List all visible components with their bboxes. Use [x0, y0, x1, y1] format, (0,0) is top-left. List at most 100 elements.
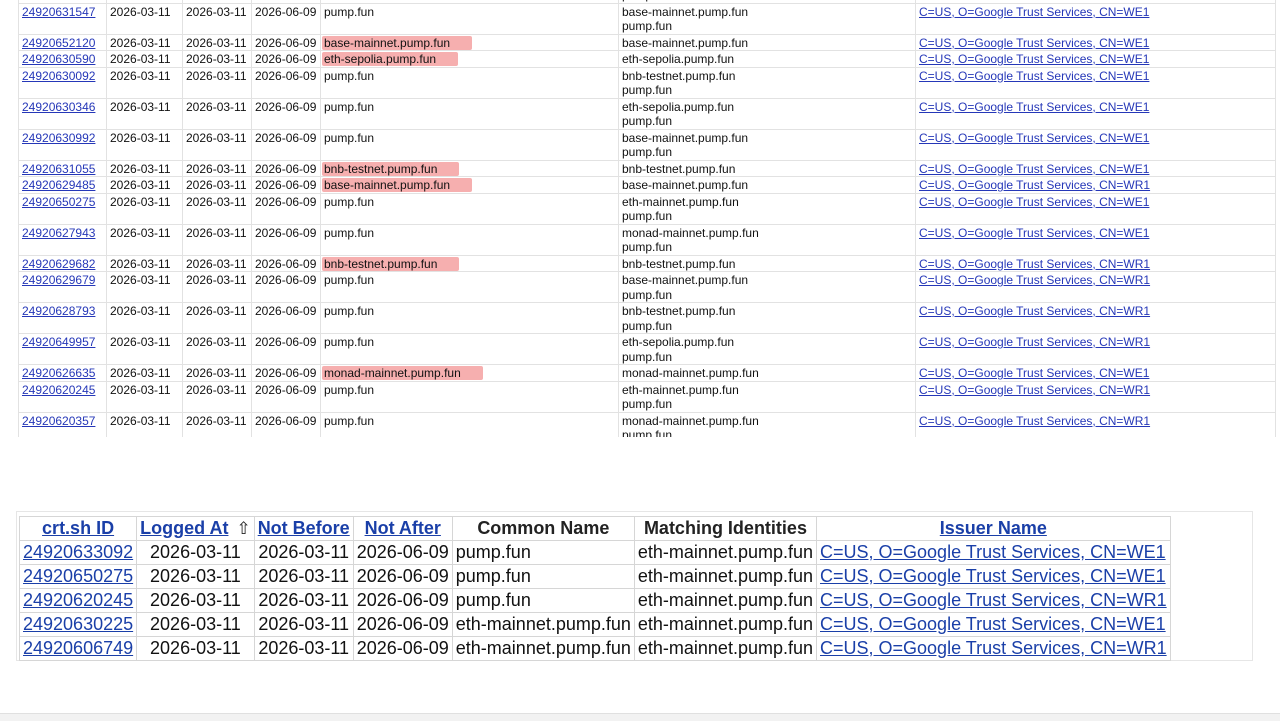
common-name-cell: pump.fun	[451, 588, 635, 613]
crtsh-id-cell: 24920630346	[18, 97, 107, 130]
issuer-cell: C=US, O=Google Trust Services, CN=WE1	[915, 159, 1276, 177]
crtsh-id-link[interactable]: 24920650275	[23, 566, 133, 586]
issuer-link[interactable]: C=US, O=Google Trust Services, CN=WR1	[919, 414, 1150, 428]
matching-identities-cell: bnb-testnet.pump.fun	[618, 254, 916, 272]
before-date-cell: 2026-03-11	[182, 50, 252, 68]
issuer-link[interactable]: C=US, O=Google Trust Services, CN=WE1	[919, 195, 1149, 209]
crtsh-id-cell: 24920620245	[18, 380, 107, 413]
crtsh-id-link[interactable]: 24920626635	[22, 366, 95, 380]
after-date-cell: 2026-06-09	[251, 50, 321, 68]
issuer-link[interactable]: C=US, O=Google Trust Services, CN=WE1	[820, 614, 1166, 634]
issuer-link[interactable]: C=US, O=Google Trust Services, CN=WE1	[919, 131, 1149, 145]
logged-date-cell: 2026-03-11	[106, 333, 183, 365]
crtsh-id-link[interactable]: 24920606749	[23, 638, 133, 658]
common-name-cell: eth-mainnet.pump.fun	[451, 612, 635, 637]
crtsh-id-cell: 24920631055	[18, 159, 107, 177]
sort-by-not-after-link[interactable]: Not After	[365, 518, 441, 538]
issuer-link[interactable]: C=US, O=Google Trust Services, CN=WE1	[919, 162, 1149, 176]
sort-by-logged-at-link[interactable]: Logged At	[140, 518, 228, 538]
after-date-cell: 2026-06-09	[251, 380, 321, 413]
crtsh-id-link[interactable]: 24920649957	[22, 335, 95, 349]
crtsh-id-link[interactable]: 24920620357	[22, 414, 95, 428]
issuer-link[interactable]: C=US, O=Google Trust Services, CN=WR1	[919, 304, 1150, 318]
crtsh-id-link[interactable]: 24920633092	[23, 542, 133, 562]
issuer-link[interactable]: C=US, O=Google Trust Services, CN=WE1	[919, 226, 1149, 240]
matching-identities-cell: eth-sepolia.pump.fun	[618, 50, 916, 68]
sort-by-id-link[interactable]: crt.sh ID	[42, 518, 114, 538]
issuer-cell: C=US, O=Google Trust Services, CN=WR1	[915, 254, 1276, 272]
issuer-link[interactable]: C=US, O=Google Trust Services, CN=WE1	[919, 100, 1149, 114]
common-name-text: pump.fun	[324, 68, 375, 83]
table-row: 24920620245 2026-03-11 2026-03-11 2026-06-0…	[18, 588, 1171, 613]
sort-by-not-before-link[interactable]: Not Before	[258, 518, 350, 538]
crtsh-id-cell: 24920630092	[18, 66, 107, 99]
header-logged-at[interactable]: Logged At ⇧	[136, 516, 255, 541]
issuer-cell: C=US, O=Google Trust Services, CN=WR1	[915, 302, 1276, 334]
crtsh-id-link[interactable]: 24920629485	[22, 178, 95, 192]
crtsh-id-link[interactable]: 24920628793	[22, 304, 95, 318]
common-name-cell: bnb-testnet.pump.fun	[320, 159, 619, 177]
crtsh-id-link[interactable]: 24920650275	[22, 195, 95, 209]
sort-by-issuer-link[interactable]: Issuer Name	[940, 518, 1047, 538]
issuer-link[interactable]: C=US, O=Google Trust Services, CN=WE1	[919, 366, 1149, 380]
table-row: 24920650275 2026-03-11 2026-03-11 2026-06-0…	[18, 192, 1276, 225]
crtsh-id-cell: 24920628793	[18, 302, 107, 334]
crtsh-id-link[interactable]: 24920631547	[22, 5, 95, 19]
matching-identities-cell: eth-sepolia.pump.fun pump.fun	[618, 97, 916, 130]
issuer-link[interactable]: C=US, O=Google Trust Services, CN=WR1	[919, 383, 1150, 397]
issuer-link[interactable]: C=US, O=Google Trust Services, CN=WE1	[919, 5, 1149, 19]
matching-identity: pump.fun	[622, 349, 673, 364]
issuer-link[interactable]: C=US, O=Google Trust Services, CN=WR1	[919, 257, 1150, 271]
crtsh-id-link[interactable]: 24920631055	[22, 162, 95, 176]
matching-identity: eth-sepolia.pump.fun	[622, 52, 735, 66]
common-name-text: pump.fun	[324, 382, 375, 397]
issuer-cell: C=US, O=Google Trust Services, CN=WR1	[915, 271, 1276, 303]
after-date-cell: 2026-06-09	[251, 223, 321, 256]
after-date-cell: 2026-06-09	[251, 128, 321, 161]
matching-identities-cell: bnb-testnet.pump.fun pump.fun	[618, 302, 916, 334]
header-issuer-name[interactable]: Issuer Name	[816, 516, 1171, 541]
crtsh-id-link[interactable]: 24920652120	[22, 36, 95, 50]
after-date-cell: 2026-06-09	[251, 254, 321, 272]
issuer-link[interactable]: C=US, O=Google Trust Services, CN=WR1	[820, 638, 1167, 658]
crtsh-id-link[interactable]: 24920630092	[22, 69, 95, 83]
before-date-cell: 2026-03-11	[182, 66, 252, 99]
after-date-cell: 2026-06-09	[251, 176, 321, 194]
crtsh-id-cell: 24920649957	[18, 333, 107, 365]
crtsh-id-link[interactable]: 24920629679	[22, 273, 95, 287]
crtsh-id-link[interactable]: 24920630225	[23, 614, 133, 634]
issuer-cell: C=US, O=Google Trust Services, CN=WR1	[915, 333, 1276, 365]
crtsh-id-cell: 24920650275	[18, 192, 107, 225]
crtsh-id-link[interactable]: 24920630346	[22, 100, 95, 114]
issuer-link[interactable]: C=US, O=Google Trust Services, CN=WE1	[820, 566, 1166, 586]
crtsh-id-cell: 24920652120	[18, 33, 107, 51]
crtsh-id-link[interactable]: 24920630590	[22, 52, 95, 66]
crtsh-id-link[interactable]: 24920630992	[22, 131, 95, 145]
after-date-cell: 2026-06-09	[352, 540, 453, 565]
issuer-link[interactable]: C=US, O=Google Trust Services, CN=WR1	[919, 178, 1150, 192]
common-name-cell: pump.fun	[320, 302, 619, 334]
issuer-link[interactable]: C=US, O=Google Trust Services, CN=WE1	[919, 36, 1149, 50]
header-not-before[interactable]: Not Before	[253, 516, 354, 541]
logged-date-cell: 2026-03-11	[136, 636, 255, 661]
crtsh-id-link[interactable]: 24920629682	[22, 257, 95, 271]
issuer-link[interactable]: C=US, O=Google Trust Services, CN=WE1	[919, 69, 1149, 83]
matching-identities-cell: base-mainnet.pump.fun pump.fun	[618, 2, 916, 35]
crtsh-id-link[interactable]: 24920627943	[22, 226, 95, 240]
highlighted-common-name: eth-sepolia.pump.fun	[322, 52, 459, 66]
matching-identity: bnb-testnet.pump.fun	[622, 256, 736, 271]
logged-date-cell: 2026-03-11	[106, 66, 183, 99]
issuer-link[interactable]: C=US, O=Google Trust Services, CN=WR1	[820, 590, 1167, 610]
header-crtsh-id[interactable]: crt.sh ID	[18, 516, 138, 541]
table-row: 24920630992 2026-03-11 2026-03-11 2026-06-0…	[18, 128, 1276, 161]
issuer-link[interactable]: C=US, O=Google Trust Services, CN=WR1	[919, 273, 1150, 287]
issuer-link[interactable]: C=US, O=Google Trust Services, CN=WR1	[919, 335, 1150, 349]
issuer-link[interactable]: C=US, O=Google Trust Services, CN=WE1	[919, 52, 1149, 66]
highlighted-common-name: monad-mainnet.pump.fun	[322, 366, 483, 380]
matching-identity: monad-mainnet.pump.fun	[622, 413, 759, 428]
header-not-after[interactable]: Not After	[352, 516, 453, 541]
crtsh-id-link[interactable]: 24920620245	[23, 590, 133, 610]
crtsh-id-link[interactable]: 24920620245	[22, 383, 95, 397]
issuer-link[interactable]: C=US, O=Google Trust Services, CN=WE1	[820, 542, 1166, 562]
before-date-cell: 2026-03-11	[182, 333, 252, 365]
